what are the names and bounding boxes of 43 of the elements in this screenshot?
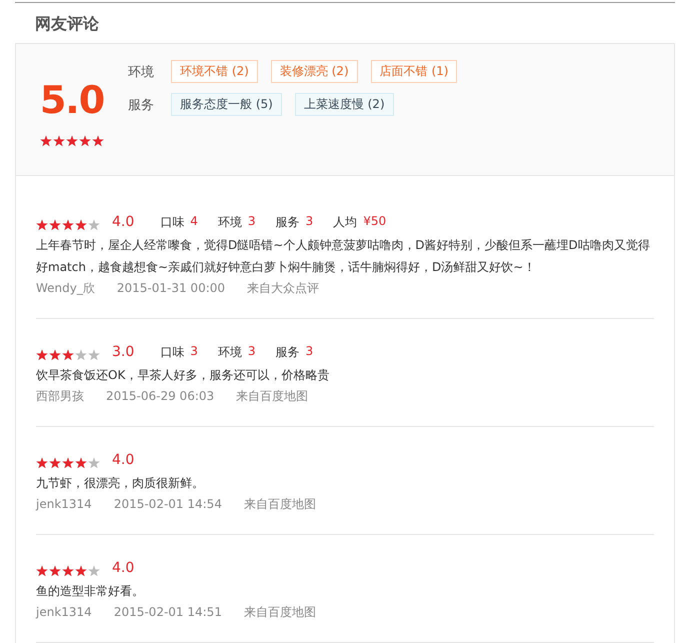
tag-category: 环境: [128, 64, 155, 80]
review-source: 来自百度地图: [244, 496, 316, 513]
tag[interactable]: 环境不错 (2): [171, 60, 258, 83]
review-score: 3.0: [112, 344, 134, 360]
tag[interactable]: 服务态度一般 (5): [171, 93, 282, 116]
score-label: 口味: [160, 344, 184, 360]
timestamp: 2015-01-31 00:00: [116, 280, 226, 297]
review-source: 来自大众点评: [247, 280, 320, 297]
score-value: ¥50: [363, 214, 386, 230]
score-label: 口味: [160, 214, 184, 230]
timestamp: 2015-02-01 14:51: [114, 604, 222, 621]
review-text: 饮早茶食饭还OK，早茶人好多，服务还可以，价格略贵: [36, 367, 330, 384]
review-source: 来自百度地图: [236, 388, 308, 405]
timestamp: 2015-02-01 14:54: [114, 496, 222, 513]
review-text: 九节虾，很漂亮，肉质很新鲜。: [36, 475, 205, 492]
tag[interactable]: 装修漂亮 (2): [270, 60, 358, 83]
score-value: 3: [248, 344, 256, 360]
score-value: 3: [306, 344, 314, 360]
review-text: 鱼的造型非常好看。: [36, 583, 145, 600]
tag-category: 服务: [128, 96, 155, 114]
review-source: 来自百度地图: [244, 604, 316, 621]
score-value: 3: [190, 344, 198, 360]
tag[interactable]: 上菜速度慢 (2): [294, 93, 394, 116]
score-value: 4: [190, 214, 198, 230]
review-text: 上年春节时，屋企人经常嚟食，觉得D餸唔错~个人颇钟意菠萝咕噜肉，D酱好特别，少酸但系一蘸埋D咕噜肉又觉得好match，越食越想食~亲戚们就好钟意白萝卜焖牛腩煲，话牛腩焖得好，D汤鲜甜又好饮~！: [36, 237, 651, 276]
tag[interactable]: 店面不错 (1): [370, 60, 458, 83]
score-label: 人均: [333, 214, 358, 230]
score-label: 环境: [218, 344, 242, 360]
score-value: 3: [248, 214, 256, 230]
section-title: 网友评论: [35, 13, 100, 35]
username: 西部男孩: [36, 388, 84, 405]
username: jenk1314: [36, 496, 92, 513]
overall-score: 5.0: [40, 78, 104, 122]
score-label: 服务: [276, 214, 300, 230]
username: jenk1314: [36, 604, 92, 621]
score-label: 服务: [276, 344, 300, 360]
review-score: 4.0: [112, 214, 134, 230]
score-label: 环境: [218, 214, 242, 230]
timestamp: 2015-06-29 06:03: [106, 388, 214, 405]
review-score: 4.0: [112, 560, 134, 576]
score-value: 3: [306, 214, 314, 230]
username: Wendy_欣: [36, 280, 95, 297]
review-score: 4.0: [112, 452, 134, 468]
